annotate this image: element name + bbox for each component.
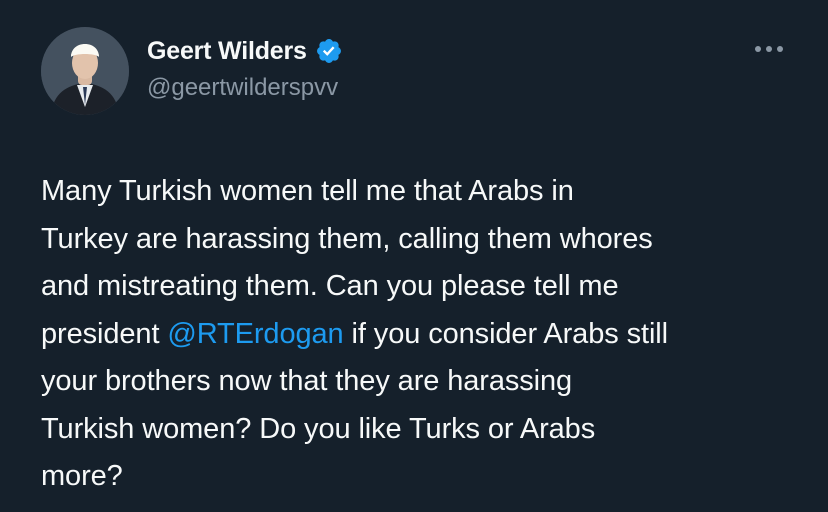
tweet-text-line: more?	[41, 460, 123, 492]
author-display-name[interactable]: Geert Wilders	[147, 35, 307, 67]
tweet-text: Many Turkish women tell me that Arabs in…	[41, 168, 801, 501]
tweet-text-line: Turkey are harassing them, calling them …	[41, 222, 653, 255]
tweet-text-line: and mistreating them. Can you please tel…	[41, 270, 619, 302]
tweet-text-line: Turkish women? Do you like Turks or Arab…	[41, 412, 596, 445]
tweet-text-segment: if you consider Arabs still	[343, 317, 669, 350]
tweet-text-segment: president	[41, 317, 168, 350]
tweet-text-line: your brothers now that they are harassin…	[41, 365, 573, 397]
avatar-photo-icon	[41, 27, 129, 115]
verified-badge-icon[interactable]	[315, 37, 343, 65]
avatar[interactable]	[41, 27, 129, 115]
tweet-text-line: Many Turkish women tell me that Arabs in	[41, 175, 574, 207]
mention-link[interactable]: @RTErdogan	[167, 318, 343, 350]
tweet-card: Geert Wilders @geertwilderspvv Many Turk…	[0, 0, 828, 512]
author-name-row: Geert Wilders	[147, 35, 343, 67]
author-handle[interactable]: @geertwilderspvv	[147, 73, 338, 103]
more-options-button[interactable]	[752, 38, 786, 60]
more-options-icon	[755, 46, 783, 52]
tweet-text-line: president @RTErdogan if you consider Ara…	[41, 311, 801, 359]
